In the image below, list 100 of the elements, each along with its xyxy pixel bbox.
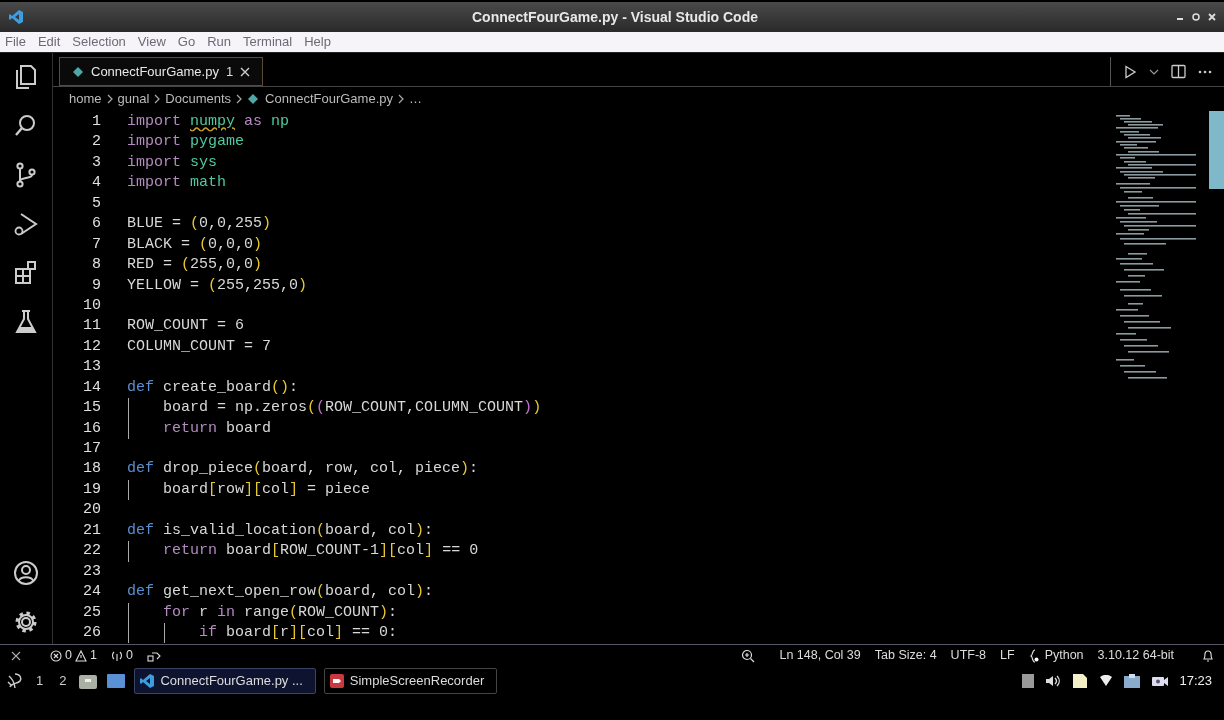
workspace-switch[interactable]: 2 <box>55 671 71 691</box>
clock: 17:23 <box>1179 672 1212 691</box>
menu-item[interactable]: Run <box>207 32 231 52</box>
chevron-right-icon <box>397 94 405 104</box>
code-line: if board[r][col] == 0: <box>199 623 398 641</box>
line-number: 19 <box>82 479 101 500</box>
code-line: def create_board(): <box>127 378 299 396</box>
breadcrumb[interactable]: Documents <box>165 89 232 109</box>
bell-icon[interactable] <box>1202 648 1214 663</box>
code-line: return board[ROW_COUNT-1][col] == 0 <box>163 542 479 560</box>
line-number: 7 <box>91 234 101 255</box>
python-file-icon <box>72 65 84 78</box>
line-number: 14 <box>82 377 101 398</box>
code-line: import pygame <box>127 133 245 151</box>
chevron-right-icon <box>235 94 244 104</box>
code-line: BLUE = (0,0,255) <box>127 215 272 233</box>
code-line: return board <box>163 419 272 437</box>
run-icon[interactable] <box>1123 64 1137 79</box>
close-icon[interactable] <box>240 66 251 77</box>
window-title: ConnectFourGame.py - Visual Studio Code <box>472 7 758 27</box>
menu-item[interactable]: Help <box>304 32 331 52</box>
file-manager-icon[interactable] <box>78 672 99 690</box>
code-line: for r in range(ROW_COUNT): <box>163 603 398 621</box>
code-line: ROW_COUNT = 6 <box>127 317 245 335</box>
code-line: board[row][col] = piece <box>163 480 371 498</box>
network-icon[interactable] <box>1123 673 1142 689</box>
note-icon[interactable] <box>1071 672 1090 690</box>
start-menu-icon[interactable] <box>6 672 24 690</box>
code-line: COLUMN_COUNT = 7 <box>127 337 272 355</box>
code-line: def is_valid_location(board, col): <box>127 521 434 539</box>
breadcrumb[interactable]: gunal <box>117 89 150 109</box>
ports-indicator[interactable]: 0 <box>110 646 133 665</box>
menu-item[interactable]: File <box>5 32 26 52</box>
account-icon[interactable] <box>12 559 40 587</box>
run-debug-icon[interactable] <box>12 210 40 238</box>
volume-icon[interactable] <box>1045 674 1062 688</box>
tray-square-icon[interactable] <box>1021 673 1036 689</box>
code-line: import sys <box>127 153 218 171</box>
more-icon[interactable] <box>1198 69 1212 74</box>
problems-indicator[interactable]: 0 1 <box>50 646 97 665</box>
breadcrumb[interactable]: home <box>69 89 102 109</box>
line-number: 3 <box>91 152 101 173</box>
split-editor-icon[interactable] <box>1171 64 1186 79</box>
braces-icon <box>1028 648 1039 663</box>
line-number: 8 <box>91 255 101 276</box>
status-item[interactable]: UTF-8 <box>950 646 987 665</box>
editor-tab[interactable]: ConnectFourGame.py 1 <box>59 57 264 86</box>
tab-label: ConnectFourGame.py <box>91 62 219 81</box>
code-line: def drop_piece(board, row, col, piece): <box>127 460 479 478</box>
line-number: 13 <box>82 357 101 378</box>
breadcrumb[interactable]: … <box>409 89 422 109</box>
wifi-icon[interactable] <box>1099 675 1114 687</box>
line-number: 4 <box>91 173 101 194</box>
status-item[interactable]: Tab Size: 4 <box>874 646 937 665</box>
indent-guide <box>163 622 165 644</box>
indent-guide <box>127 541 129 562</box>
menu-item[interactable]: Go <box>177 32 196 52</box>
code-line: import math <box>127 174 227 192</box>
vscode-logo-icon <box>8 9 24 25</box>
menu-item[interactable]: View <box>137 32 166 52</box>
error-icon <box>50 649 62 662</box>
live-share-icon[interactable] <box>146 649 161 662</box>
remote-icon[interactable] <box>10 649 22 662</box>
code-line: import numpy as np <box>127 113 290 130</box>
line-number: 9 <box>91 275 101 296</box>
line-number: 15 <box>82 398 101 419</box>
line-number: 17 <box>82 439 101 459</box>
antenna-icon <box>110 649 123 662</box>
breadcrumb[interactable]: ConnectFourGame.py <box>265 89 393 109</box>
status-item[interactable]: Ln 148, Col 39 <box>779 646 861 665</box>
desktop-icon[interactable] <box>106 672 127 690</box>
indent-guide <box>127 479 129 501</box>
menu-item[interactable]: Selection <box>72 32 126 52</box>
line-number: 23 <box>82 561 101 582</box>
code-line: def get_next_open_row(board, col): <box>127 583 434 601</box>
camera-icon[interactable] <box>1151 675 1170 687</box>
status-item[interactable]: LF <box>1000 646 1015 665</box>
line-number: 12 <box>82 336 101 357</box>
scrollbar-thumb[interactable] <box>1209 111 1224 189</box>
interpreter-version[interactable]: 3.10.12 64-bit <box>1097 646 1174 665</box>
line-number: 26 <box>82 622 101 643</box>
taskbar-button[interactable]: SimpleScreenRecorder <box>323 668 498 694</box>
line-number: 10 <box>82 295 101 316</box>
line-number: 2 <box>91 132 101 153</box>
python-file-icon <box>247 93 260 105</box>
line-number: 16 <box>82 418 101 439</box>
taskbar-button[interactable]: ConnectFourGame.py ... <box>134 668 316 694</box>
menu-item[interactable]: Edit <box>37 32 61 52</box>
menu-item[interactable]: Terminal <box>243 32 293 52</box>
line-number: 24 <box>82 582 101 603</box>
maximize-icon[interactable] <box>1192 13 1200 21</box>
zoom-icon[interactable] <box>741 648 756 663</box>
workspace-switch[interactable]: 1 <box>32 671 48 691</box>
language-mode[interactable]: Python <box>1028 646 1084 665</box>
chevron-down-icon[interactable] <box>1149 67 1159 76</box>
close-icon[interactable] <box>1208 13 1216 21</box>
line-number: 21 <box>82 520 101 541</box>
line-number: 6 <box>91 214 101 235</box>
line-number: 22 <box>82 541 101 562</box>
warning-icon <box>74 649 87 662</box>
